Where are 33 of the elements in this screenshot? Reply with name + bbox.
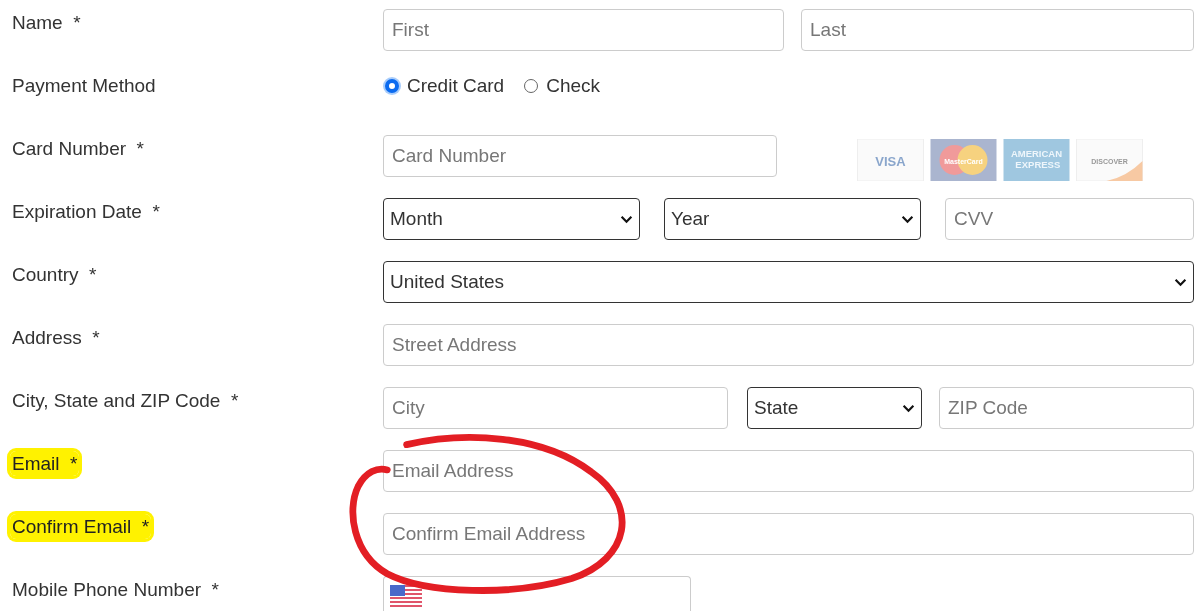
field-label: Country *	[11, 263, 98, 287]
radio-label[interactable]: Credit Card	[407, 75, 505, 97]
input-field[interactable]: Last	[801, 9, 1194, 51]
field-label: Mobile Phone Number *	[11, 578, 220, 602]
input-field[interactable]: ZIP Code	[939, 387, 1194, 429]
card-logo: AMERICAN EXPRESS	[1003, 139, 1070, 181]
radio-button[interactable]	[385, 79, 399, 93]
select-field[interactable]: Month	[383, 198, 640, 240]
input-field[interactable]: Email Address	[383, 450, 1194, 492]
field-label: Payment Method	[11, 74, 157, 98]
chevron-icon	[902, 403, 915, 413]
card-logo: VISA	[857, 139, 924, 181]
chevron-icon	[1174, 277, 1187, 287]
input-field[interactable]: First	[383, 9, 784, 51]
select-field[interactable]: State	[747, 387, 922, 429]
field-label: Email *	[10, 451, 80, 476]
input-field[interactable]: Card Number	[383, 135, 777, 177]
field-label: Name *	[11, 11, 82, 35]
flag-icon[interactable]	[390, 585, 422, 607]
select-field[interactable]: Year	[664, 198, 921, 240]
radio-label[interactable]: Check	[546, 75, 600, 97]
input-field[interactable]: Confirm Email Address	[383, 513, 1194, 555]
field-label: Expiration Date *	[11, 200, 161, 224]
select-field[interactable]: United States	[383, 261, 1194, 303]
input-field[interactable]: CVV	[945, 198, 1194, 240]
field-label: Confirm Email *	[10, 514, 152, 539]
chevron-icon	[901, 214, 914, 224]
field-label: Address *	[11, 326, 101, 350]
chevron-icon	[620, 214, 633, 224]
input-field[interactable]: Street Address	[383, 324, 1194, 366]
input-field[interactable]: City	[383, 387, 728, 429]
field-label: City, State and ZIP Code *	[11, 389, 240, 413]
field-label: Card Number *	[11, 137, 145, 161]
